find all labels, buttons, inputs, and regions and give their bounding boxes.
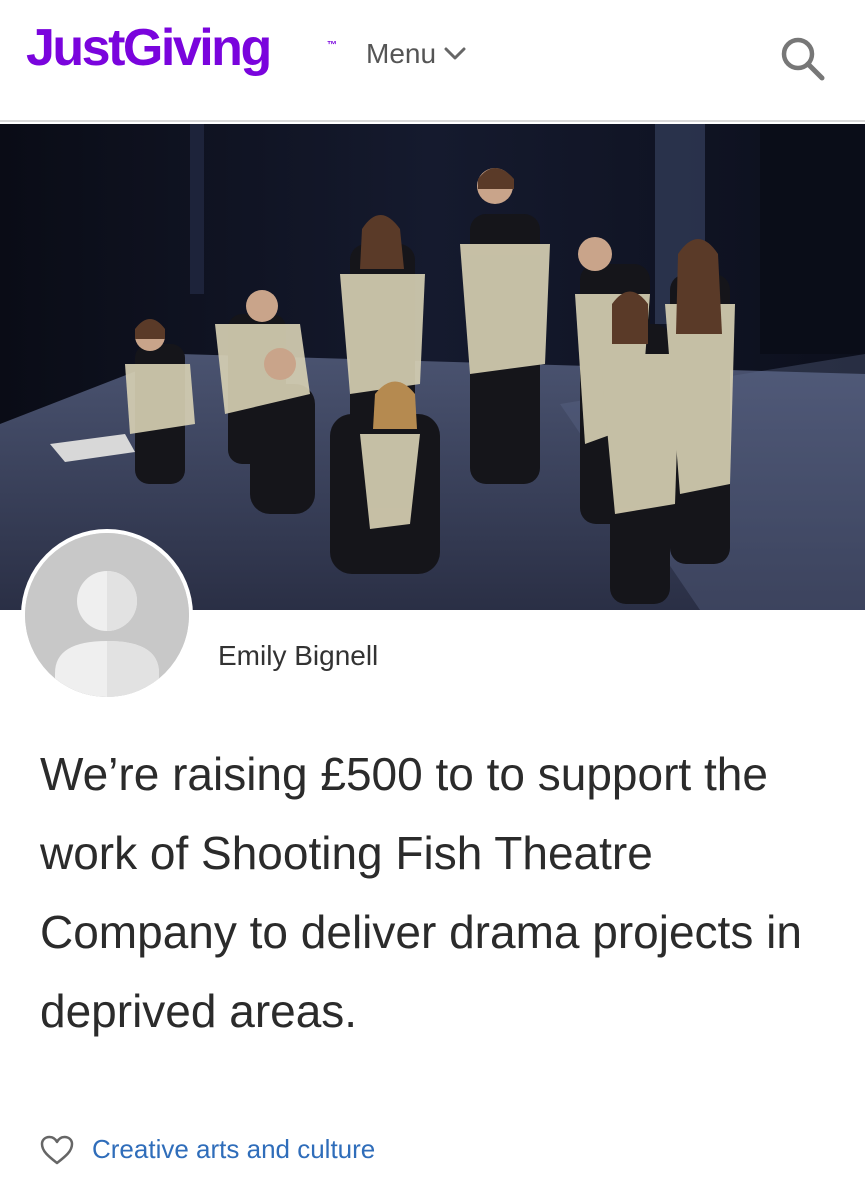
page-owner-name[interactable]: Emily Bignell [218,640,378,672]
trademark-mark: ™ [327,40,337,51]
chevron-down-icon [444,47,466,60]
search-icon[interactable] [778,34,826,82]
heart-icon [40,1135,74,1164]
site-header: JustGiving ™ Menu [0,0,865,122]
justgiving-logo[interactable]: JustGiving [26,22,272,74]
fundraising-headline: We’re raising £500 to to support the wor… [40,748,802,1037]
avatar[interactable] [21,529,193,701]
charity-category[interactable]: Creative arts and culture [40,1134,375,1165]
category-link[interactable]: Creative arts and culture [92,1134,375,1165]
default-avatar-icon [25,533,189,697]
menu-label: Menu [366,38,437,69]
menu-button[interactable]: Menu [366,38,466,70]
